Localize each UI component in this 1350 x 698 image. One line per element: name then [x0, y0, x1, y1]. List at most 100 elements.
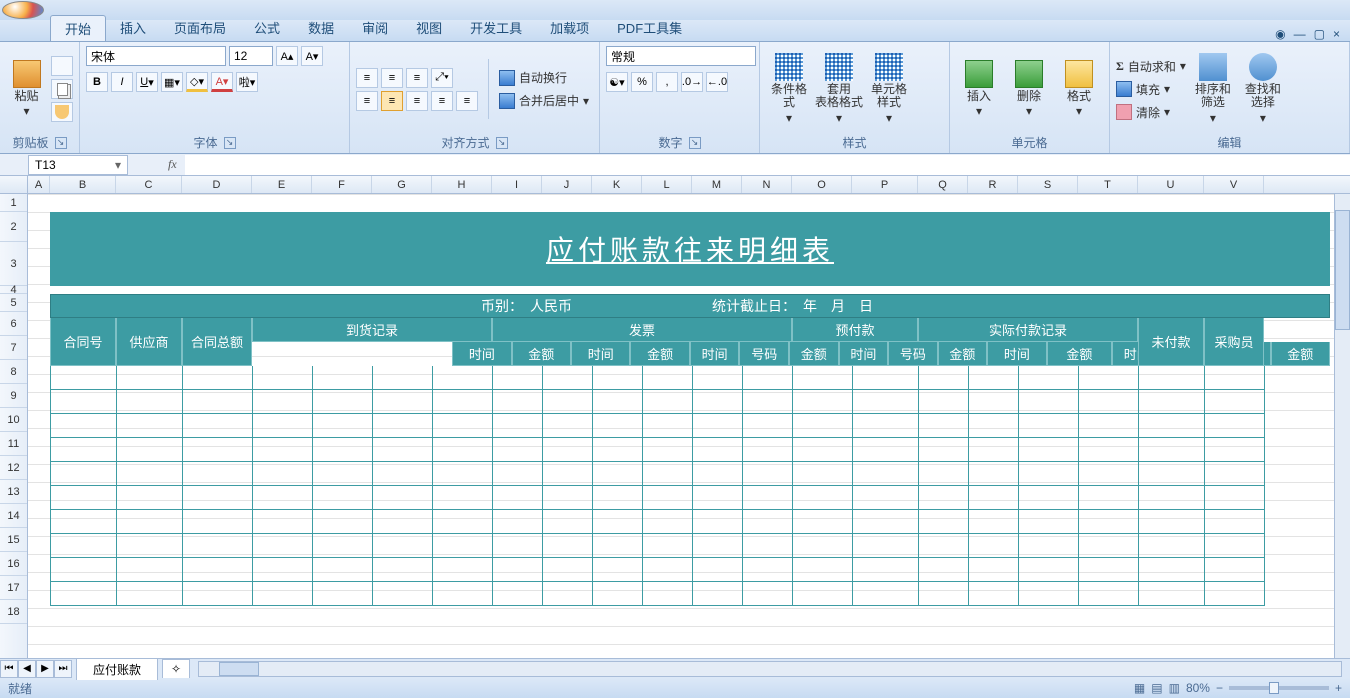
table-cell[interactable]	[853, 366, 919, 390]
table-body[interactable]	[50, 366, 1330, 606]
minimize-icon[interactable]: —	[1294, 27, 1306, 41]
select-all-button[interactable]	[0, 176, 28, 193]
table-cell[interactable]	[1079, 462, 1139, 486]
table-cell[interactable]	[1205, 486, 1265, 510]
table-cell[interactable]	[51, 366, 117, 390]
table-cell[interactable]	[693, 486, 743, 510]
font-name-select[interactable]	[86, 46, 226, 66]
col-header-U[interactable]: U	[1138, 176, 1204, 193]
table-cell[interactable]	[593, 390, 643, 414]
table-cell[interactable]	[433, 414, 493, 438]
table-cell[interactable]	[793, 414, 853, 438]
table-cell[interactable]	[969, 486, 1019, 510]
view-normal-button[interactable]: ▦	[1134, 681, 1145, 695]
cell-styles-button[interactable]: 单元格 样式▾	[866, 49, 912, 129]
col-header-B[interactable]: B	[50, 176, 116, 193]
table-row[interactable]	[51, 486, 1330, 510]
table-cell[interactable]	[183, 438, 253, 462]
table-cell[interactable]	[1205, 558, 1265, 582]
table-cell[interactable]	[1019, 582, 1079, 606]
orientation-button[interactable]: ⤢▾	[431, 68, 453, 88]
table-cell[interactable]	[1079, 558, 1139, 582]
scrollbar-thumb[interactable]	[1335, 210, 1350, 330]
table-cell[interactable]	[1019, 534, 1079, 558]
tab-数据[interactable]: 数据	[294, 15, 348, 41]
table-cell[interactable]	[793, 390, 853, 414]
table-cell[interactable]	[1079, 510, 1139, 534]
col-header-A[interactable]: A	[28, 176, 50, 193]
table-cell[interactable]	[643, 438, 693, 462]
table-cell[interactable]	[853, 390, 919, 414]
zoom-knob[interactable]	[1269, 682, 1279, 694]
table-cell[interactable]	[853, 438, 919, 462]
table-cell[interactable]	[793, 462, 853, 486]
sort-filter-button[interactable]: 排序和 筛选▾	[1190, 49, 1236, 129]
table-cell[interactable]	[183, 582, 253, 606]
table-row[interactable]	[51, 438, 1330, 462]
table-cell[interactable]	[643, 534, 693, 558]
col-header-D[interactable]: D	[182, 176, 252, 193]
tab-视图[interactable]: 视图	[402, 15, 456, 41]
table-cell[interactable]	[373, 438, 433, 462]
table-cell[interactable]	[183, 510, 253, 534]
table-cell[interactable]	[643, 558, 693, 582]
table-cell[interactable]	[373, 558, 433, 582]
table-row[interactable]	[51, 414, 1330, 438]
table-cell[interactable]	[1205, 582, 1265, 606]
table-cell[interactable]	[693, 366, 743, 390]
table-cell[interactable]	[1139, 510, 1205, 534]
table-cell[interactable]	[433, 510, 493, 534]
table-cell[interactable]	[1139, 438, 1205, 462]
table-cell[interactable]	[1079, 366, 1139, 390]
zoom-out-button[interactable]: −	[1216, 681, 1223, 695]
table-cell[interactable]	[51, 582, 117, 606]
table-cell[interactable]	[433, 486, 493, 510]
table-cell[interactable]	[1139, 558, 1205, 582]
col-header-G[interactable]: G	[372, 176, 432, 193]
align-bottom-button[interactable]: ≡	[406, 68, 428, 88]
underline-button[interactable]: U▾	[136, 72, 158, 92]
col-header-P[interactable]: P	[852, 176, 918, 193]
table-cell[interactable]	[1079, 534, 1139, 558]
table-cell[interactable]	[593, 366, 643, 390]
table-cell[interactable]	[253, 582, 313, 606]
table-cell[interactable]	[1205, 510, 1265, 534]
table-cell[interactable]	[1139, 582, 1205, 606]
table-cell[interactable]	[183, 534, 253, 558]
table-cell[interactable]	[183, 390, 253, 414]
table-cell[interactable]	[117, 390, 183, 414]
table-cell[interactable]	[253, 438, 313, 462]
table-cell[interactable]	[373, 366, 433, 390]
col-header-T[interactable]: T	[1078, 176, 1138, 193]
table-cell[interactable]	[919, 510, 969, 534]
office-button[interactable]	[2, 1, 44, 19]
table-cell[interactable]	[373, 582, 433, 606]
table-row[interactable]	[51, 462, 1330, 486]
table-cell[interactable]	[1205, 390, 1265, 414]
table-cell[interactable]	[593, 438, 643, 462]
table-cell[interactable]	[117, 510, 183, 534]
table-cell[interactable]	[433, 438, 493, 462]
col-header-S[interactable]: S	[1018, 176, 1078, 193]
italic-button[interactable]: I	[111, 72, 133, 92]
table-cell[interactable]	[51, 462, 117, 486]
table-cell[interactable]	[543, 390, 593, 414]
table-cell[interactable]	[1139, 462, 1205, 486]
table-cell[interactable]	[793, 366, 853, 390]
table-cell[interactable]	[1079, 486, 1139, 510]
sheet-tab[interactable]: 应付账款	[76, 658, 158, 680]
row-header-9[interactable]: 9	[0, 384, 27, 408]
table-cell[interactable]	[543, 558, 593, 582]
row-header-15[interactable]: 15	[0, 528, 27, 552]
row-header-7[interactable]: 7	[0, 336, 27, 360]
phonetic-button[interactable]: 啦▾	[236, 72, 258, 92]
table-cell[interactable]	[593, 462, 643, 486]
table-cell[interactable]	[1019, 414, 1079, 438]
table-cell[interactable]	[593, 558, 643, 582]
table-cell[interactable]	[853, 558, 919, 582]
table-cell[interactable]	[969, 366, 1019, 390]
table-cell[interactable]	[543, 486, 593, 510]
zoom-slider[interactable]	[1229, 686, 1329, 690]
table-cell[interactable]	[253, 510, 313, 534]
table-cell[interactable]	[969, 558, 1019, 582]
